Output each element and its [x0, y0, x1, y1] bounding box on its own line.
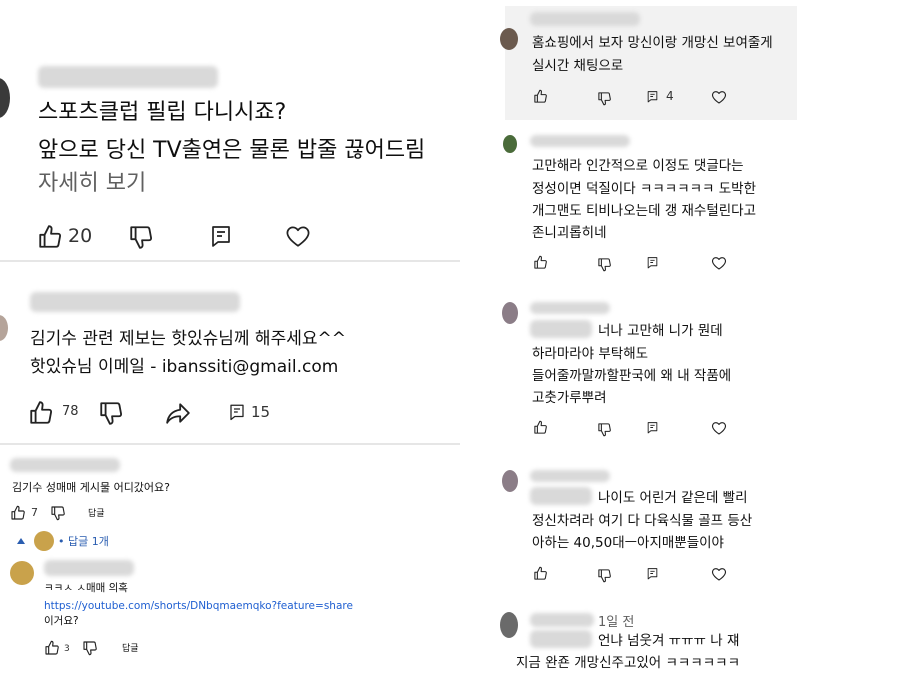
reply-icon[interactable]: [646, 567, 659, 580]
dislike-icon[interactable]: [597, 422, 612, 437]
like-icon[interactable]: [28, 400, 54, 426]
timestamp: 1일 전: [598, 615, 635, 630]
comment-text-line: 하라마라야 부탁해도: [532, 346, 649, 362]
comment-text-line: 너나 고만해 니가 뭔데: [598, 323, 723, 339]
comment-text-line: 존니괴롭히네: [532, 225, 607, 241]
username-blurred[interactable]: [530, 487, 592, 505]
dislike-icon[interactable]: [597, 257, 612, 272]
divider: [0, 260, 460, 262]
heart-icon[interactable]: [711, 566, 727, 582]
comment-text-line: 정성이면 덕질이다 ㅋㅋㅋㅋㅋㅋ 도박한: [532, 181, 757, 197]
comment-text-line: 개그맨도 티비나오는데 갱 재수털린다고: [532, 203, 757, 219]
avatar[interactable]: [502, 302, 518, 324]
comment-text-line: 실시간 채팅으로: [532, 58, 624, 74]
like-count: 20: [68, 225, 93, 247]
dislike-icon[interactable]: [98, 400, 124, 426]
heart-icon[interactable]: [711, 420, 727, 436]
username-blurred[interactable]: [44, 560, 134, 576]
comment-text-line: 들어줄까말까할판국에 왜 내 작품에: [532, 368, 732, 384]
reply-text-line: ㅋㅋㅅ ㅅ매매 의혹: [44, 582, 128, 594]
like-icon[interactable]: [533, 566, 548, 581]
like-count: 3: [64, 644, 70, 654]
username-blurred[interactable]: [530, 470, 610, 482]
comment-text-line: 고만해라 인간적으로 이정도 댓글다는: [532, 158, 744, 174]
username-blurred[interactable]: [38, 66, 218, 88]
comment-text: 김기수 성매매 게시물 어디갔어요?: [12, 481, 171, 494]
heart-icon[interactable]: [711, 255, 727, 271]
dislike-icon[interactable]: [597, 91, 612, 106]
comment-text-line: 홈쇼핑에서 보자 망신이랑 개망신 보여줄게: [532, 35, 773, 51]
share-icon[interactable]: [164, 400, 192, 426]
reply-text-line: 이거요?: [44, 615, 79, 627]
comment-text-line: 고춧가루뿌려: [532, 390, 607, 406]
username-blurred[interactable]: [530, 12, 640, 26]
reply-button[interactable]: 답글: [122, 641, 139, 657]
dislike-icon[interactable]: [597, 568, 612, 583]
creator-avatar: [10, 561, 34, 585]
heart-icon[interactable]: [711, 89, 727, 105]
divider: [0, 443, 460, 445]
avatar[interactable]: [500, 28, 518, 50]
creator-avatar: [34, 531, 54, 551]
comment-text-line: 나이도 어린거 같은데 빨리: [598, 490, 748, 506]
username-blurred[interactable]: [530, 302, 610, 314]
like-icon[interactable]: [533, 420, 548, 435]
comment-text-line: 언냐 넘웃겨 ㅠㅠㅠ 나 쟤: [598, 633, 740, 649]
like-count: 78: [62, 404, 79, 419]
reply-icon[interactable]: [228, 403, 246, 421]
username-blurred[interactable]: [30, 292, 240, 312]
reply-icon[interactable]: [646, 90, 659, 103]
replies-toggle[interactable]: • 답글 1개: [58, 534, 109, 550]
reply-count: 15: [251, 403, 271, 421]
reply-icon[interactable]: [646, 421, 659, 434]
comment-text-line: 핫있슈님 이메일 - ibanssiti@gmail.com: [30, 357, 339, 377]
username-blurred[interactable]: [530, 320, 592, 338]
avatar[interactable]: [0, 78, 10, 118]
reply-count: 4: [666, 89, 674, 103]
reply-icon[interactable]: [646, 256, 659, 269]
avatar[interactable]: [0, 315, 8, 341]
reply-button[interactable]: 답글: [88, 506, 105, 522]
comment-text-line: 김기수 관련 제보는 핫있슈님께 해주세요^^: [30, 329, 346, 349]
expand-arrow-icon[interactable]: [17, 538, 25, 544]
avatar[interactable]: [503, 135, 517, 153]
comment-text-line: 지금 완죤 개망신주고있어 ㅋㅋㅋㅋㅋㅋ: [516, 655, 741, 671]
comment-text-line: 아하는 40,50대ㅡ아지매뿐들이야: [532, 535, 724, 551]
username-blurred[interactable]: [530, 630, 592, 648]
comment-text-line: 스포츠클럽 필립 다니시죠?: [38, 100, 287, 125]
dislike-icon[interactable]: [82, 640, 98, 656]
dislike-icon[interactable]: [128, 224, 154, 250]
like-icon[interactable]: [37, 224, 63, 250]
like-count: 7: [31, 506, 38, 519]
avatar[interactable]: [500, 612, 518, 638]
reply-icon[interactable]: [209, 224, 233, 248]
username-blurred[interactable]: [10, 458, 120, 472]
dislike-icon[interactable]: [50, 505, 66, 521]
comment-text-line: 정신차려라 여기 다 다육식물 골프 등산: [532, 513, 753, 529]
username-blurred[interactable]: [530, 135, 630, 147]
username-blurred[interactable]: [530, 613, 594, 627]
like-icon[interactable]: [44, 640, 60, 656]
read-more-link[interactable]: 자세히 보기: [38, 166, 146, 202]
avatar[interactable]: [502, 470, 518, 492]
like-icon[interactable]: [533, 89, 548, 104]
like-icon[interactable]: [10, 505, 26, 521]
heart-icon[interactable]: [285, 223, 311, 249]
reply-link[interactable]: https://youtube.com/shorts/DNbqmaemqko?f…: [44, 598, 353, 614]
like-icon[interactable]: [533, 255, 548, 270]
comment-text-line: 앞으로 당신 TV출연은 물론 밥줄 끊어드림: [38, 138, 426, 163]
